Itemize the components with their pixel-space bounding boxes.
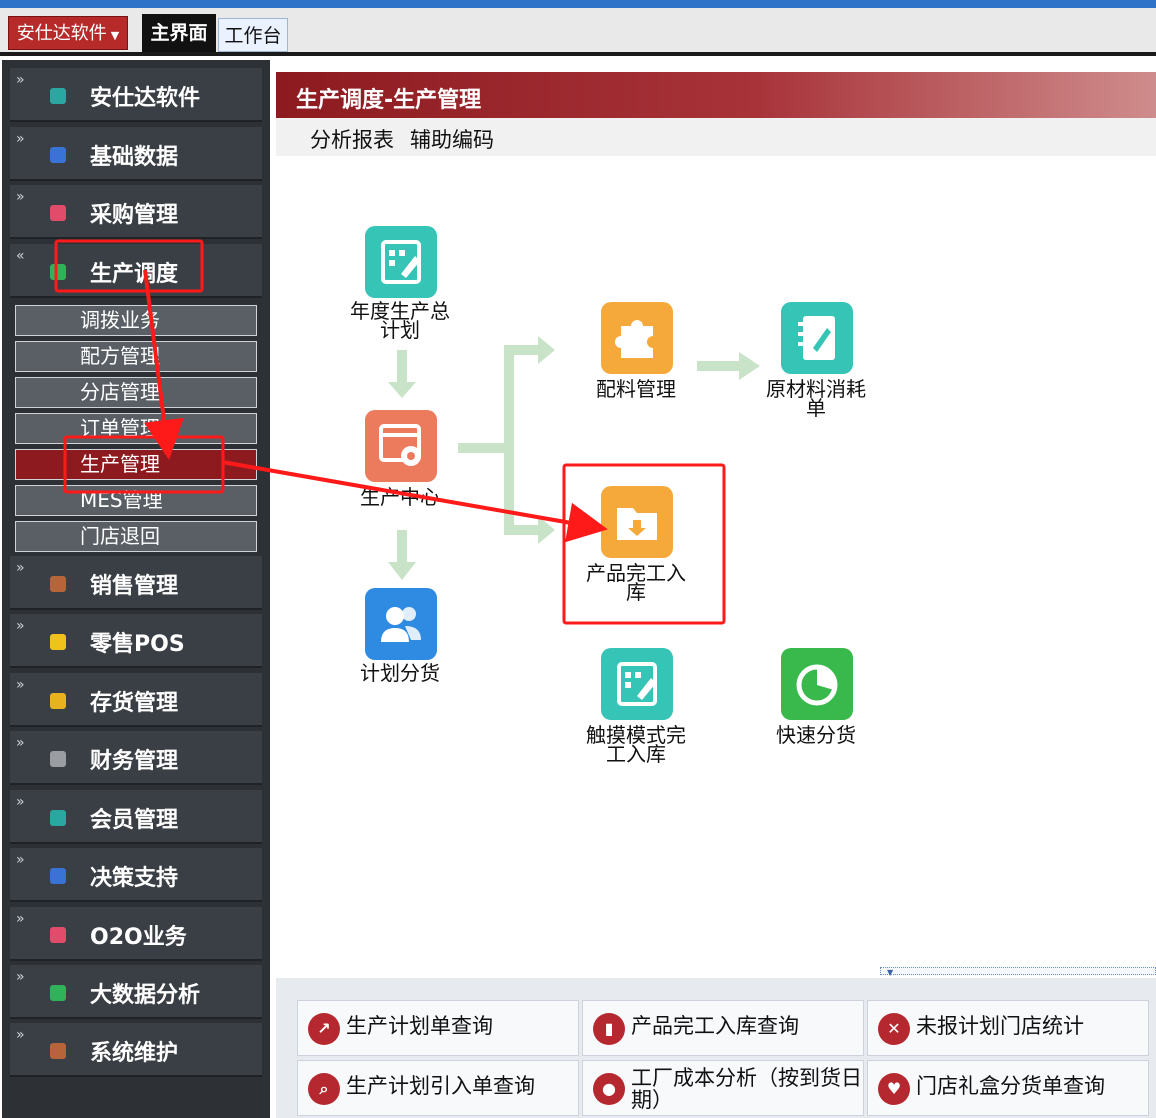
annotation-overlay bbox=[54, 239, 726, 625]
annotation-box-submenu bbox=[63, 435, 225, 494]
annotation-arrow-2 bbox=[221, 460, 608, 543]
annotation-box-sidebar bbox=[54, 239, 204, 293]
annotation-box-node bbox=[562, 463, 726, 625]
annotation-arrow-1 bbox=[143, 269, 184, 460]
